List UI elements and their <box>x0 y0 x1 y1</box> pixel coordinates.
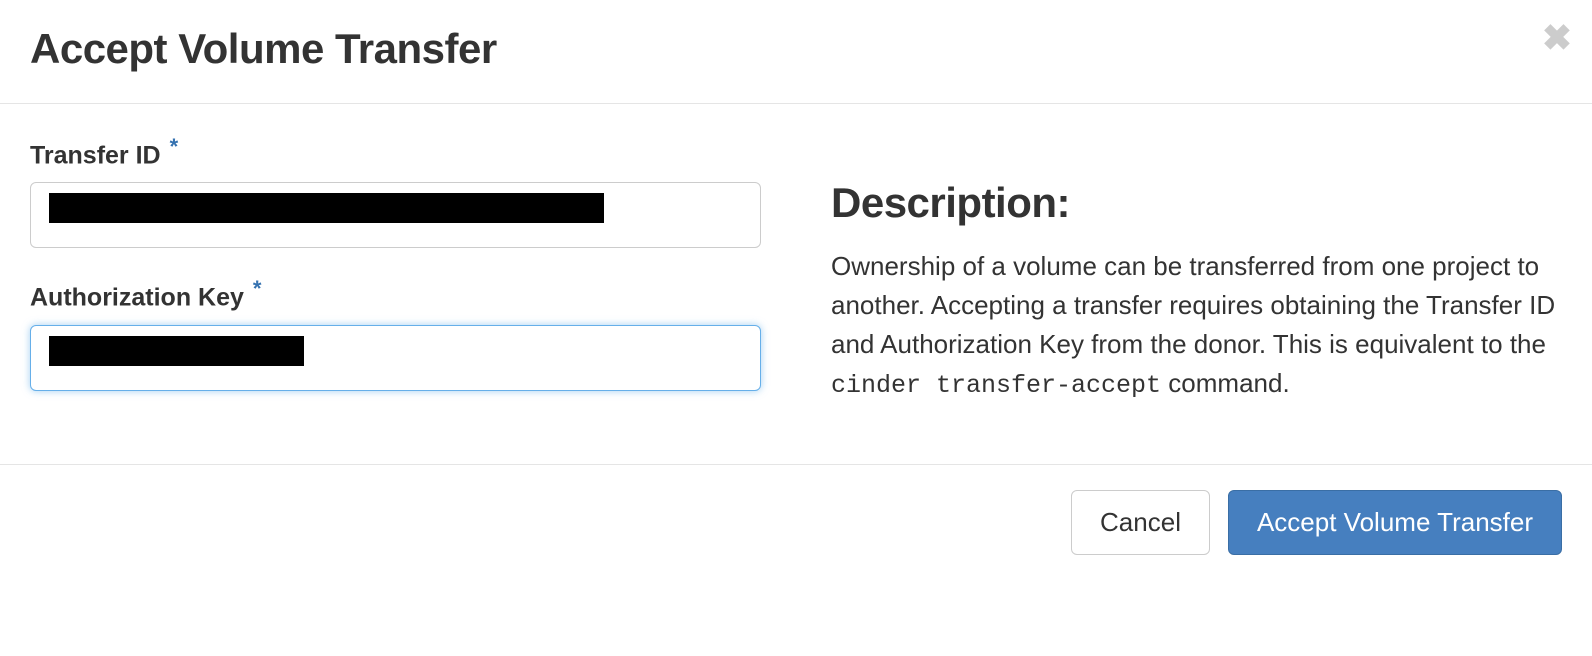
description-heading: Description: <box>831 179 1562 227</box>
required-asterisk-icon: * <box>253 276 262 301</box>
accept-button[interactable]: Accept Volume Transfer <box>1228 490 1562 555</box>
modal-footer: Cancel Accept Volume Transfer <box>0 464 1592 580</box>
transfer-id-group: Transfer ID * <box>30 134 761 248</box>
description-column: Description: Ownership of a volume can b… <box>831 134 1562 419</box>
authorization-key-input[interactable] <box>30 325 761 391</box>
accept-volume-transfer-modal: Accept Volume Transfer ✖ Transfer ID * A… <box>0 0 1592 580</box>
modal-title: Accept Volume Transfer <box>30 25 1562 73</box>
modal-header: Accept Volume Transfer ✖ <box>0 0 1592 104</box>
authorization-key-label: Authorization Key * <box>30 276 761 312</box>
description-text-after: command. <box>1161 368 1290 398</box>
close-icon[interactable]: ✖ <box>1542 20 1572 56</box>
cancel-button[interactable]: Cancel <box>1071 490 1210 555</box>
transfer-id-input[interactable] <box>30 182 761 248</box>
modal-body: Transfer ID * Authorization Key * Descri… <box>0 104 1592 464</box>
description-text-before: Ownership of a volume can be transferred… <box>831 251 1555 359</box>
transfer-id-label: Transfer ID * <box>30 134 761 170</box>
authorization-key-label-text: Authorization Key <box>30 284 244 312</box>
transfer-id-label-text: Transfer ID <box>30 141 161 169</box>
required-asterisk-icon: * <box>170 134 179 159</box>
form-column: Transfer ID * Authorization Key * <box>30 134 761 419</box>
redacted-value <box>49 193 604 223</box>
description-code: cinder transfer-accept <box>831 371 1161 400</box>
authorization-key-group: Authorization Key * <box>30 276 761 390</box>
description-text: Ownership of a volume can be transferred… <box>831 247 1562 405</box>
redacted-value <box>49 336 304 366</box>
